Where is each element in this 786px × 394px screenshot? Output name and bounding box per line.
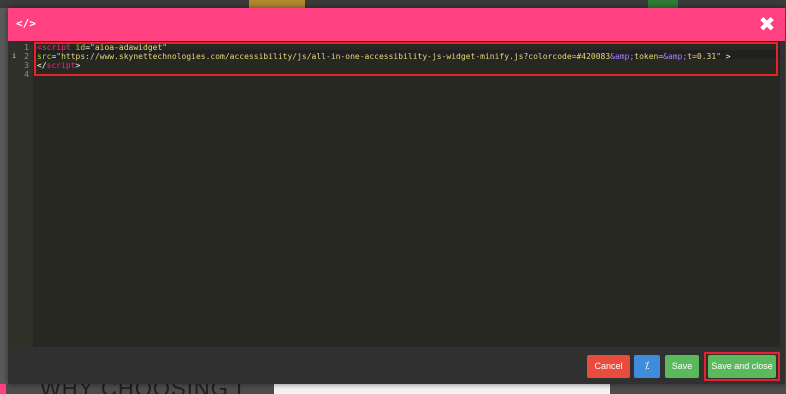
magic-wand-icon[interactable]: ⁒ <box>634 355 660 378</box>
line-number-gutter: 1 i 2 3 4 <box>9 41 33 347</box>
code-text-area[interactable]: <script id="aioa-adawidget" src="https:/… <box>33 41 780 347</box>
code-line-2: src="https://www.skynettechnologies.com/… <box>37 52 731 61</box>
code-icon: </> <box>16 17 36 30</box>
background-toolbar-chip <box>249 0 305 8</box>
close-icon[interactable]: ✖ <box>757 14 777 34</box>
info-icon: i <box>12 52 17 60</box>
line-number: 1 <box>24 43 29 52</box>
line-number: 3 <box>24 61 29 70</box>
background-accent <box>0 384 6 394</box>
line-number: 2 <box>24 52 29 61</box>
modal-footer: Cancel ⁒ Save Save and close <box>8 347 785 384</box>
save-and-close-highlight: Save and close <box>704 352 780 381</box>
html-editor-modal: </> ✖ 1 i 2 3 4 <script id="aioa-adawidg… <box>8 8 785 384</box>
save-and-close-button[interactable]: Save and close <box>708 355 776 378</box>
modal-header: </> ✖ <box>8 8 785 41</box>
cancel-button[interactable]: Cancel <box>587 355 630 378</box>
line-number: 4 <box>24 70 29 79</box>
code-line-1: <script id="aioa-adawidget" <box>37 43 168 52</box>
code-editor[interactable]: 1 i 2 3 4 <script id="aioa-adawidget" sr… <box>9 41 780 347</box>
background-toolbar-chip <box>648 0 678 8</box>
background-heading: WHY CHOOSING I <box>40 384 243 394</box>
background-page-top <box>0 0 786 8</box>
background-page-bottom: WHY CHOOSING I <box>0 384 786 394</box>
background-input <box>274 384 610 394</box>
code-line-3: </script> <box>37 61 81 70</box>
save-button[interactable]: Save <box>665 355 699 378</box>
